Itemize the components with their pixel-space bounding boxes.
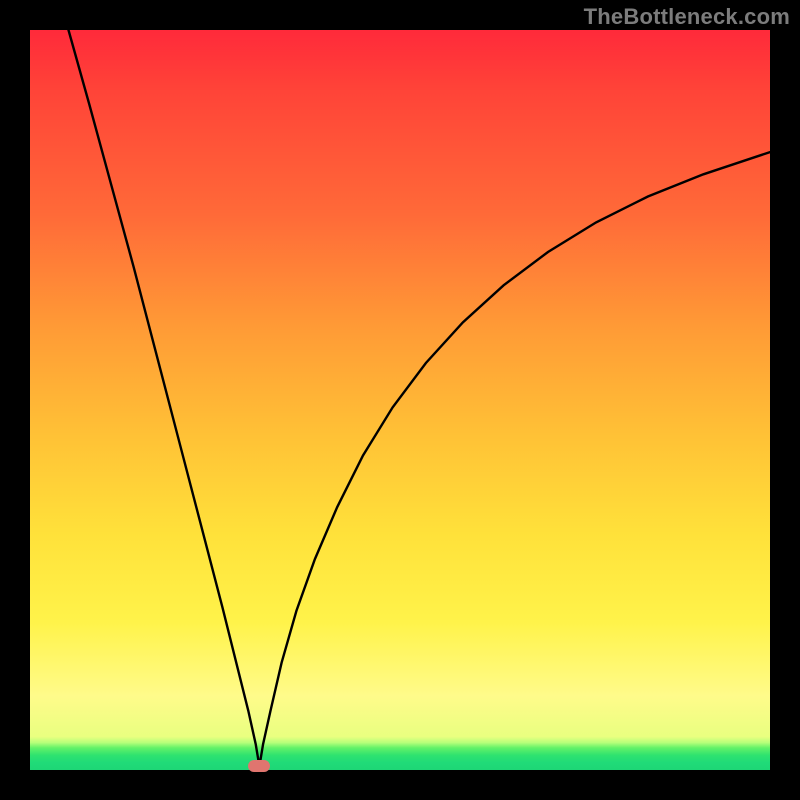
- bottleneck-marker: [248, 760, 270, 772]
- curve-left-branch: [68, 30, 259, 766]
- bottleneck-curve: [30, 30, 770, 770]
- plot-area: [30, 30, 770, 770]
- chart-frame: TheBottleneck.com: [0, 0, 800, 800]
- watermark-text: TheBottleneck.com: [584, 4, 790, 30]
- curve-right-branch: [259, 152, 770, 766]
